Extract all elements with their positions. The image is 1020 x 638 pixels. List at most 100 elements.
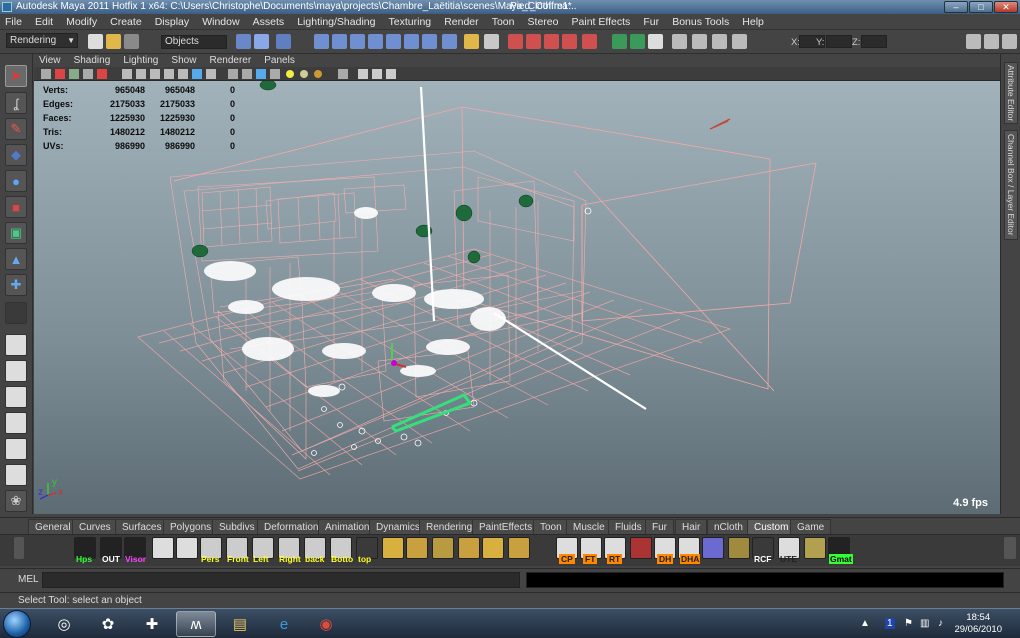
shelf-btn-ute[interactable]: UTE: [778, 537, 800, 564]
taskbar-app-paint-icon[interactable]: ✿: [88, 611, 128, 637]
input-ops-icon[interactable]: [612, 34, 627, 49]
shelf-tab-fur[interactable]: Fur: [645, 519, 674, 535]
render-settings-icon[interactable]: [712, 34, 727, 49]
menu-stereo[interactable]: Stereo: [523, 14, 564, 30]
lasso-tool-icon[interactable]: ʆ: [5, 92, 27, 114]
mel-input[interactable]: [42, 572, 520, 588]
snap-view-plane-icon[interactable]: [562, 34, 577, 49]
maximize-button[interactable]: □: [969, 1, 993, 13]
render-frame-icon[interactable]: [672, 34, 687, 49]
taskbar-app-tool-icon[interactable]: ✚: [132, 611, 172, 637]
menu-create[interactable]: Create: [105, 14, 147, 30]
taskbar-app-network-icon[interactable]: ◎: [44, 611, 84, 637]
tray-flag-icon[interactable]: ⚑: [904, 618, 913, 629]
snap-grid-icon[interactable]: [508, 34, 523, 49]
menu-fur[interactable]: Fur: [638, 14, 664, 30]
menu-modify[interactable]: Modify: [61, 14, 102, 30]
shelf-btn-front[interactable]: Front: [226, 537, 249, 564]
shelf-scroll-icon[interactable]: [1004, 537, 1016, 559]
panel-menu-view[interactable]: View: [34, 54, 66, 67]
perspective-outliner-layout-icon[interactable]: [5, 386, 27, 408]
make-live-icon[interactable]: [582, 34, 597, 49]
z-field[interactable]: [861, 35, 887, 48]
shelf-btn-tool-2[interactable]: [804, 537, 826, 559]
shelf-btn-ft[interactable]: FT: [580, 537, 602, 564]
shelf-btn-uv-tool-2[interactable]: [406, 537, 428, 559]
highlight-selection-icon[interactable]: [484, 34, 499, 49]
shelf-btn-paint[interactable]: [630, 537, 652, 559]
move-tool-icon[interactable]: ◆: [5, 144, 27, 166]
select-tool-icon[interactable]: ➤: [5, 65, 27, 87]
shelf-btn-rcf[interactable]: RCF: [752, 537, 774, 564]
taskbar-app-ie-icon[interactable]: e: [264, 611, 304, 637]
panel-menu-renderer[interactable]: Renderer: [205, 54, 257, 67]
tray-expand-icon[interactable]: ▲: [860, 618, 870, 629]
show-manipulator-icon[interactable]: ✚: [5, 274, 27, 296]
menu-display[interactable]: Display: [150, 14, 194, 30]
shelf-btn-right[interactable]: Right: [278, 537, 301, 564]
menu-render[interactable]: Render: [439, 14, 483, 30]
tray-network-icon[interactable]: ▥: [920, 618, 929, 629]
perspective-graph-layout-icon[interactable]: [5, 412, 27, 434]
taskbar-clock[interactable]: 18:54 29/06/2010: [954, 612, 1002, 636]
soft-modification-icon[interactable]: ▲: [5, 248, 27, 270]
outliner-layout-icon[interactable]: [5, 464, 27, 486]
menu-help[interactable]: Help: [737, 14, 769, 30]
ipr-render-icon[interactable]: [692, 34, 707, 49]
tray-badge[interactable]: 1: [885, 618, 895, 629]
menu-set-select[interactable]: Rendering ▼: [6, 33, 78, 48]
shelf-btn-visor[interactable]: Visor: [124, 537, 146, 564]
scale-tool-icon[interactable]: ■: [5, 196, 27, 218]
shelf-btn-out[interactable]: OUT: [100, 537, 122, 564]
close-button[interactable]: ✕: [994, 1, 1018, 13]
mel-label[interactable]: MEL: [18, 574, 39, 585]
shelf-btn-gmat[interactable]: Gmat: [828, 537, 853, 564]
hypershade-layout-icon[interactable]: [5, 438, 27, 460]
fcheck-icon[interactable]: ❀: [5, 490, 27, 512]
shelf-tab-animation[interactable]: Animation: [318, 519, 377, 535]
shelf-btn-cp[interactable]: CP: [556, 537, 578, 564]
perspective-viewport[interactable]: Verts: 965048 965048 0 Edges: 2175033 2175033…: [34, 81, 1000, 514]
save-scene-icon[interactable]: [124, 34, 139, 49]
shelf-tab-curves[interactable]: Curves: [72, 519, 118, 535]
render-mask-icon[interactable]: [422, 34, 437, 49]
shelf-tab-subdivs[interactable]: Subdivs: [212, 519, 262, 535]
shelf-btn-uv-tool-4[interactable]: [458, 537, 480, 559]
shelf-btn-rt[interactable]: RT: [604, 537, 626, 564]
shelf-btn-uv-tool-3[interactable]: [432, 537, 454, 559]
shelf-btn-back[interactable]: back: [304, 537, 326, 564]
shelf-tab-hair[interactable]: Hair: [675, 519, 708, 535]
shelf-btn-uv-tool-1[interactable]: [382, 537, 404, 559]
universal-manipulator-icon[interactable]: ▣: [5, 222, 27, 244]
channel-box-tab[interactable]: Channel Box / Layer Editor: [1004, 130, 1018, 240]
menu-toon[interactable]: Toon: [487, 14, 520, 30]
shelf-tab-polygons[interactable]: Polygons: [163, 519, 219, 535]
selection-mask-field[interactable]: Objects: [161, 35, 227, 49]
shelf-btn-dh[interactable]: DH: [654, 537, 676, 564]
shelf-tab-fluids[interactable]: Fluids: [608, 519, 649, 535]
joint-mask-icon[interactable]: [404, 34, 419, 49]
deformer-mask-icon[interactable]: [386, 34, 401, 49]
shelf-tab-surfaces[interactable]: Surfaces: [115, 519, 169, 535]
shelf-tab-muscle[interactable]: Muscle: [566, 519, 612, 535]
attribute-editor-toggle-icon[interactable]: [966, 34, 981, 49]
shelf-btn-dha[interactable]: DHA: [678, 537, 701, 564]
shelf-btn-hps[interactable]: Hps: [74, 537, 96, 564]
shelf-tab-game[interactable]: Game: [790, 519, 832, 535]
four-view-layout-icon[interactable]: [5, 360, 27, 382]
panel-menu-shading[interactable]: Shading: [69, 54, 116, 67]
shelf-menu-icon[interactable]: [14, 537, 24, 559]
rotate-tool-icon[interactable]: ●: [5, 170, 27, 192]
edge-mask-icon[interactable]: [332, 34, 347, 49]
menu-file[interactable]: File: [0, 14, 27, 30]
shelf-btn-outliner[interactable]: [152, 537, 174, 559]
menu-window[interactable]: Window: [197, 14, 244, 30]
select-by-component-icon[interactable]: [276, 34, 291, 49]
minimize-button[interactable]: –: [944, 1, 968, 13]
output-ops-icon[interactable]: [630, 34, 645, 49]
tray-volume-icon[interactable]: ♪: [938, 618, 943, 629]
misc-mask-icon[interactable]: [442, 34, 457, 49]
menu-paint-effects[interactable]: Paint Effects: [567, 14, 636, 30]
attribute-editor-tab[interactable]: Attribute Editor: [1004, 62, 1018, 124]
curve-mask-icon[interactable]: [368, 34, 383, 49]
